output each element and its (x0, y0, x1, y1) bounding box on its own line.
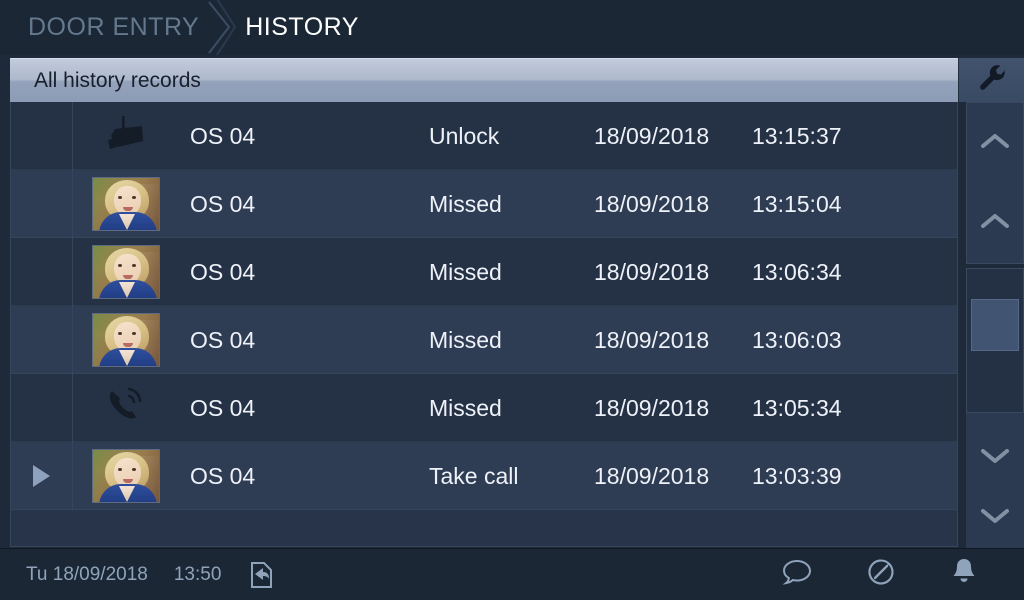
row-name: OS 04 (190, 462, 256, 489)
row-date: 18/09/2018 (594, 326, 710, 353)
do-not-disturb-icon[interactable] (866, 557, 896, 592)
scroll-down-group[interactable] (966, 412, 1024, 564)
status-time: 13:50 (173, 563, 222, 585)
row-time: 13:15:04 (752, 190, 842, 217)
chevron-right-icon (199, 0, 245, 55)
photo-thumbnail[interactable] (92, 245, 160, 299)
row-icon-cell (73, 102, 179, 170)
history-list[interactable]: OS 04 Unlock 18/09/2018 13:15:37 OS 04 Misse… (10, 102, 958, 547)
row-date: 18/09/2018 (594, 258, 710, 285)
row-date: 18/09/2018 (594, 190, 710, 217)
row-icon-cell (73, 170, 179, 238)
speech-bubble-icon[interactable] (782, 559, 812, 590)
row-icon-cell (73, 442, 179, 510)
page-title: All history records (34, 68, 201, 92)
list-title-bar: All history records (10, 58, 958, 102)
row-event: Missed (429, 258, 502, 285)
row-play-indicator[interactable] (11, 442, 73, 510)
row-name: OS 04 (190, 394, 256, 421)
chevron-up-icon[interactable] (979, 131, 1011, 156)
table-row[interactable]: OS 04 Missed 18/09/2018 13:06:03 (11, 306, 957, 374)
row-date: 18/09/2018 (594, 122, 710, 149)
row-name: OS 04 (190, 122, 256, 149)
row-time: 13:05:34 (752, 394, 842, 421)
photo-thumbnail[interactable] (92, 313, 160, 367)
row-event: Missed (429, 190, 502, 217)
breadcrumb-current: HISTORY (245, 13, 359, 41)
row-icon-cell (73, 374, 179, 442)
row-event: Unlock (429, 122, 500, 149)
row-time: 13:06:34 (752, 258, 842, 285)
row-event: Missed (429, 394, 502, 421)
breadcrumb: DOOR ENTRY HISTORY (0, 0, 1024, 55)
row-play-indicator (11, 238, 73, 306)
row-event: Missed (429, 326, 502, 353)
row-name: OS 04 (190, 326, 256, 353)
row-time: 13:03:39 (752, 462, 842, 489)
status-bar: Tu 18/09/2018 13:50 (0, 548, 1024, 600)
breadcrumb-parent[interactable]: DOOR ENTRY (0, 13, 199, 42)
scroll-up-group[interactable] (966, 102, 1024, 264)
row-event: Take call (429, 462, 519, 489)
row-date: 18/09/2018 (594, 462, 710, 489)
table-row[interactable]: OS 04 Missed 18/09/2018 13:15:04 (11, 170, 957, 238)
row-play-indicator (11, 170, 73, 238)
row-name: OS 04 (190, 190, 256, 217)
row-date: 18/09/2018 (594, 394, 710, 421)
status-date: Tu 18/09/2018 (26, 563, 148, 585)
row-play-indicator (11, 102, 73, 170)
chevron-down-icon[interactable] (979, 446, 1011, 471)
row-name: OS 04 (190, 258, 256, 285)
call-forward-icon[interactable] (221, 561, 273, 589)
row-icon-cell (73, 238, 179, 306)
table-row[interactable]: OS 04 Take call 18/09/2018 13:03:39 (11, 442, 957, 510)
photo-thumbnail[interactable] (92, 449, 160, 503)
row-play-indicator (11, 306, 73, 374)
table-row[interactable]: OS 04 Missed 18/09/2018 13:05:34 (11, 374, 957, 442)
security-camera-icon (102, 114, 150, 159)
chevron-down-icon[interactable] (979, 506, 1011, 531)
ringing-phone-icon (103, 385, 149, 432)
scrollbar-thumb[interactable] (971, 299, 1019, 351)
row-time: 13:06:03 (752, 326, 842, 353)
settings-button[interactable] (958, 58, 1024, 102)
table-row[interactable]: OS 04 Missed 18/09/2018 13:06:34 (11, 238, 957, 306)
row-icon-cell (73, 306, 179, 374)
bell-icon[interactable] (950, 557, 978, 592)
photo-thumbnail[interactable] (92, 177, 160, 231)
status-icons (782, 557, 1024, 592)
chevron-up-icon[interactable] (979, 211, 1011, 236)
row-time: 13:15:37 (752, 122, 842, 149)
play-icon[interactable] (33, 465, 50, 487)
wrench-icon (977, 63, 1007, 98)
table-row[interactable]: OS 04 Unlock 18/09/2018 13:15:37 (11, 102, 957, 170)
scrollbar[interactable] (958, 102, 1024, 564)
row-play-indicator (11, 374, 73, 442)
